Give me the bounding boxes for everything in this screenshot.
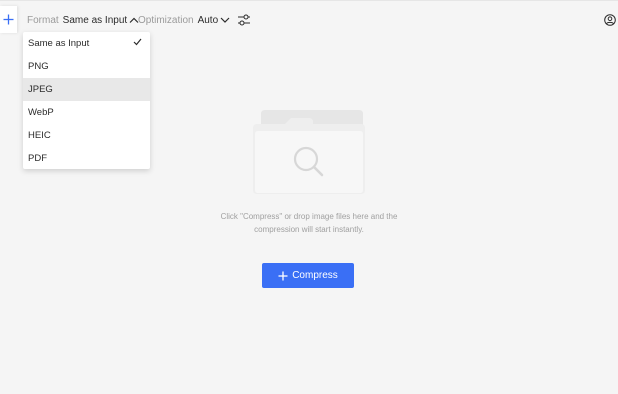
top-border (0, 0, 618, 1)
empty-state-hint: Click "Compress" or drop image files her… (200, 210, 418, 236)
option-label: HEIC (28, 130, 51, 141)
format-dropdown: Same as Input PNG JPEG WebP HEIC PDF (23, 32, 150, 169)
format-option-webp[interactable]: WebP (23, 101, 150, 124)
format-value: Same as Input (62, 14, 128, 26)
option-label: PDF (28, 153, 47, 164)
chevron-down-icon (220, 17, 230, 23)
folder-search-icon (253, 110, 365, 194)
sliders-icon (238, 14, 250, 26)
hint-line-1: Click "Compress" or drop image files her… (220, 212, 398, 221)
format-option-heic[interactable]: HEIC (23, 124, 150, 147)
add-files-button[interactable] (0, 6, 17, 33)
option-label: PNG (28, 61, 49, 72)
format-option-same-as-input[interactable]: Same as Input (23, 32, 150, 55)
settings-button[interactable] (236, 12, 252, 28)
format-option-pdf[interactable]: PDF (23, 147, 150, 170)
plus-icon (3, 14, 14, 25)
account-button[interactable] (602, 12, 618, 28)
optimization-label: Optimization (138, 14, 194, 26)
hint-line-2: compression will start instantly. (254, 225, 364, 234)
format-option-png[interactable]: PNG (23, 55, 150, 78)
optimization-selector[interactable]: Optimization Auto (138, 13, 230, 27)
option-label: WebP (28, 107, 54, 118)
user-circle-icon (604, 14, 616, 26)
option-label: Same as Input (28, 38, 90, 49)
compress-label: Compress (292, 270, 338, 281)
format-label: Format (27, 14, 59, 26)
check-icon (133, 38, 142, 46)
format-selector[interactable]: Format Same as Input (27, 13, 139, 27)
plus-icon (278, 271, 288, 280)
option-label: JPEG (28, 84, 53, 95)
optimization-value: Auto (197, 14, 219, 26)
format-option-jpeg[interactable]: JPEG (23, 78, 150, 101)
compress-button[interactable]: Compress (262, 263, 354, 288)
